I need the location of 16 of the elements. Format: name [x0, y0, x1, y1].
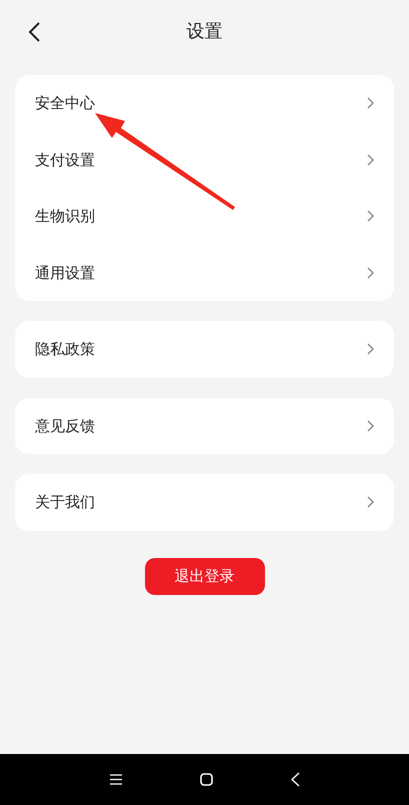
settings-item[interactable]: 支付设置: [15, 132, 394, 188]
chevron-icon: [367, 97, 374, 110]
logout-button[interactable]: 退出登录: [144, 558, 264, 594]
page-title: 设置: [186, 20, 222, 44]
settings-item[interactable]: 通用设置: [15, 244, 394, 301]
chevron-icon: [367, 343, 374, 356]
settings-item[interactable]: 意见反馈: [15, 398, 394, 454]
chevron-icon: [367, 210, 374, 222]
settings-item[interactable]: 隐私政策: [15, 321, 394, 378]
settings-item[interactable]: 关于我们: [15, 474, 394, 530]
chevron-icon: [367, 154, 374, 166]
chevron-icon: [367, 420, 374, 432]
chevron-icon: [367, 496, 374, 508]
chevron-icon: [367, 266, 374, 279]
settings-item[interactable]: 安全中心: [15, 75, 394, 132]
settings-item[interactable]: 生物识别: [15, 188, 394, 244]
